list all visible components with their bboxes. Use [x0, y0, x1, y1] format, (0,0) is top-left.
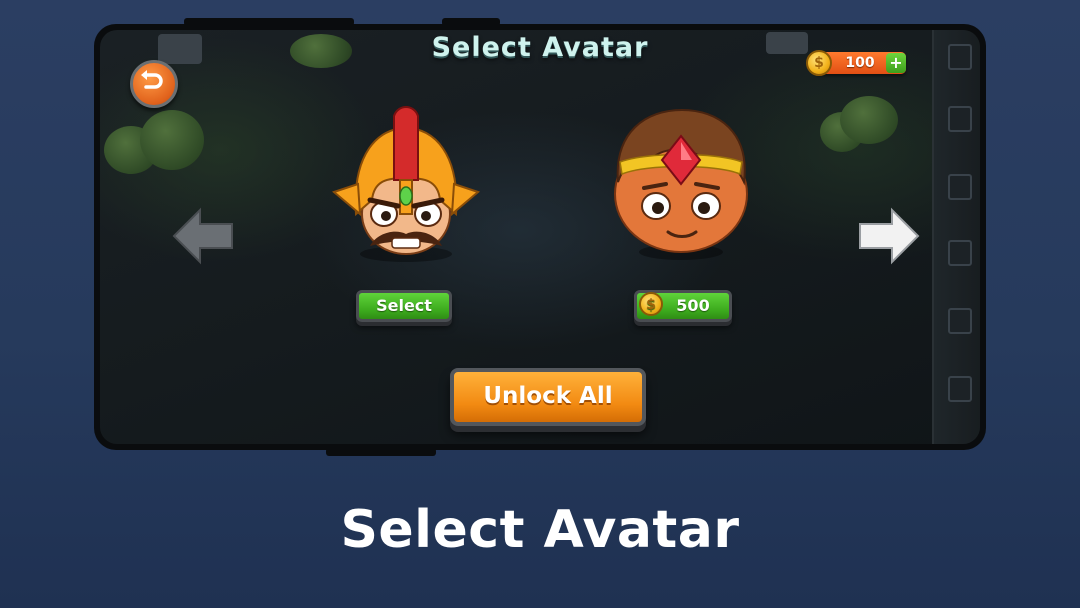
buy-avatar-button[interactable]: 500 [634, 290, 732, 322]
avatar-warrior[interactable] [326, 96, 488, 266]
bush-decoration [840, 96, 898, 144]
arrow-right-icon[interactable] [856, 206, 922, 266]
phone-frame: Select Avatar 100 + [94, 18, 986, 456]
wall-slot [948, 376, 972, 402]
unlock-all-button[interactable]: Unlock All [450, 368, 646, 426]
select-avatar-button[interactable]: Select [356, 290, 452, 322]
avatar-price: 500 [676, 296, 710, 315]
stone-wall [932, 30, 980, 444]
wall-slot [948, 106, 972, 132]
phone-top-button-2 [442, 18, 500, 26]
wall-slot [948, 174, 972, 200]
phone-top-button [184, 18, 354, 26]
coin-balance: 100 [845, 55, 875, 71]
wall-slot [948, 308, 972, 334]
coin-balance-bar: 100 + [806, 50, 906, 76]
caption-text: Select Avatar [340, 500, 740, 560]
add-coins-button[interactable]: + [886, 53, 906, 73]
game-screen: Select Avatar 100 + [100, 30, 980, 444]
coin-icon [639, 292, 663, 316]
arrow-left-icon[interactable] [170, 206, 236, 266]
undo-arrow-icon [141, 70, 163, 89]
back-button[interactable] [130, 60, 178, 108]
bush-decoration [140, 110, 204, 170]
avatar-crown-boy[interactable] [606, 102, 756, 262]
phone-bottom-button [326, 448, 436, 456]
wall-slot [948, 240, 972, 266]
